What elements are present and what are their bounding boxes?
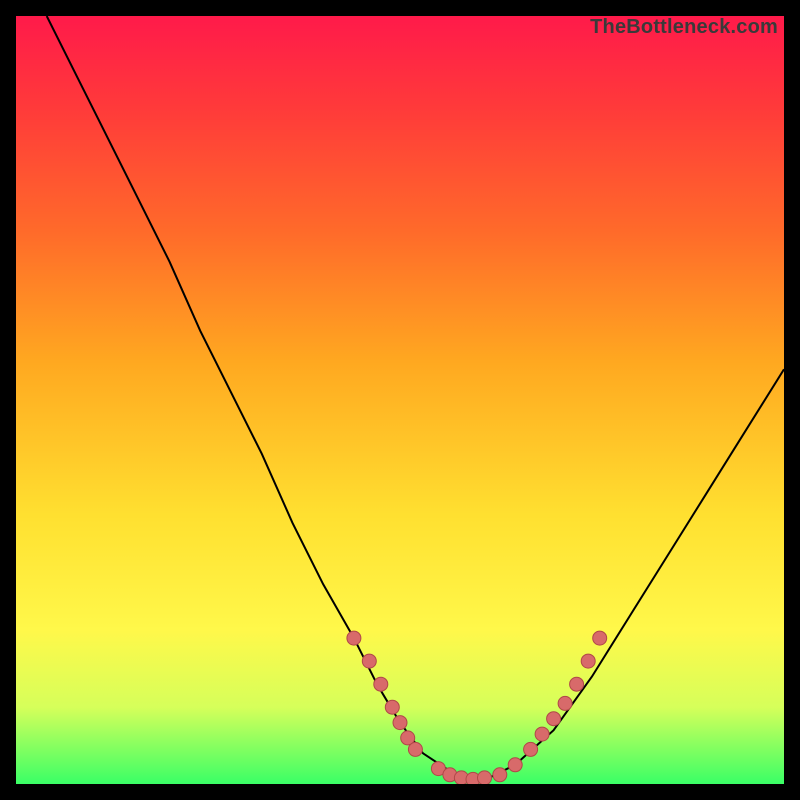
marker-dot bbox=[385, 700, 399, 714]
marker-dot bbox=[408, 742, 422, 756]
plot-area: TheBottleneck.com bbox=[16, 16, 784, 784]
chart-stage: TheBottleneck.com bbox=[0, 0, 800, 800]
marker-dot bbox=[581, 654, 595, 668]
marker-dot bbox=[478, 771, 492, 784]
valley-markers bbox=[347, 631, 607, 784]
bottleneck-curve bbox=[47, 16, 784, 780]
marker-dot bbox=[524, 742, 538, 756]
marker-dot bbox=[535, 727, 549, 741]
marker-dot bbox=[374, 677, 388, 691]
marker-dot bbox=[508, 758, 522, 772]
marker-dot bbox=[493, 768, 507, 782]
marker-dot bbox=[558, 696, 572, 710]
marker-dot bbox=[570, 677, 584, 691]
chart-overlay bbox=[16, 16, 784, 784]
marker-dot bbox=[347, 631, 361, 645]
marker-dot bbox=[593, 631, 607, 645]
marker-dot bbox=[362, 654, 376, 668]
marker-dot bbox=[393, 716, 407, 730]
marker-dot bbox=[547, 712, 561, 726]
